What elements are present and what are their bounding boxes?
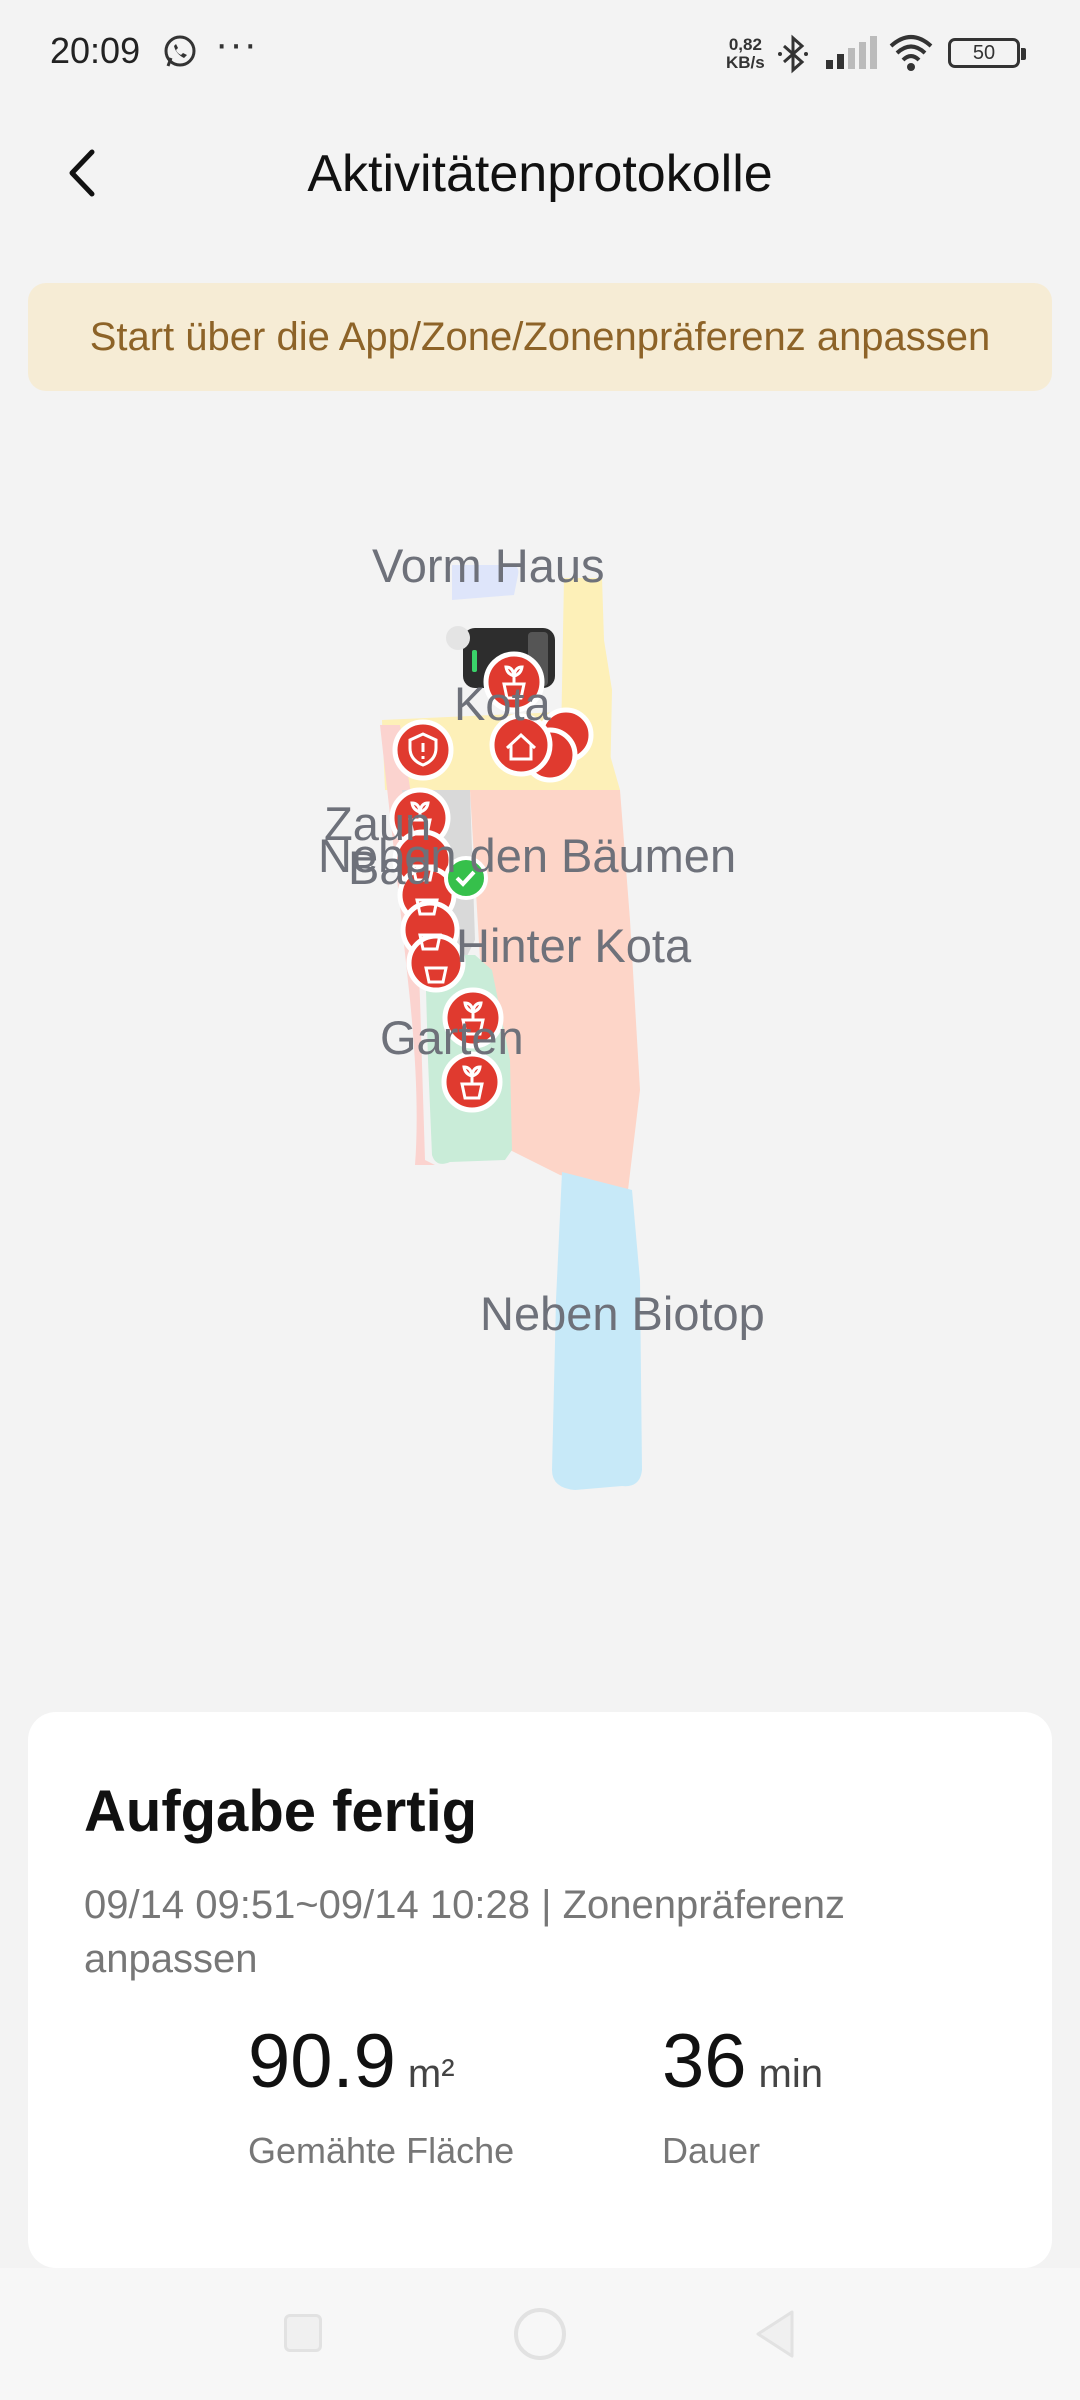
area-label: Gemähte Fläche xyxy=(248,2130,515,2171)
task-status: Aufgabe fertig xyxy=(84,1779,478,1844)
whatsapp-icon xyxy=(164,35,196,67)
bluetooth-icon xyxy=(778,34,808,74)
wifi-icon xyxy=(889,35,933,71)
duration-label: Dauer xyxy=(662,2130,761,2171)
zone-label-neben-biotop: Neben Biotop xyxy=(480,1287,765,1340)
battery-icon: 50 xyxy=(948,38,1026,68)
stat-duration: 36 min Dauer xyxy=(662,2018,823,2171)
duration-value: 36 xyxy=(662,2019,747,2104)
nav-back-button[interactable] xyxy=(752,2308,796,2360)
area-unit: m² xyxy=(407,2052,455,2096)
zone-label-garten: Garten xyxy=(380,1011,524,1064)
signal-icon xyxy=(826,36,877,69)
status-time: 20:09 xyxy=(50,30,141,71)
area-value: 90.9 xyxy=(248,2019,396,2104)
mode-banner: Start über die App/Zone/Zonenpräferenz a… xyxy=(28,283,1052,391)
home-button[interactable] xyxy=(514,2308,566,2360)
zone-label-kota: Kota xyxy=(454,677,551,730)
zone-label-vorm-haus: Vorm Haus xyxy=(372,539,605,592)
recents-button[interactable] xyxy=(284,2314,322,2352)
zone-label-hinter-kota: Hinter Kota xyxy=(456,919,692,972)
status-bar: 20:09 ··· 0,82 KB/s 50 xyxy=(0,0,1080,105)
duration-unit: min xyxy=(758,2052,823,2096)
zone-label-neben-den-baeumen: Neben den Bäumen xyxy=(318,829,737,882)
more-dots-icon: ··· xyxy=(215,22,258,66)
alert-pin-icon xyxy=(392,719,454,781)
system-nav-bar xyxy=(0,2268,1080,2400)
mow-map[interactable]: Vorm Haus Kota Zaun Bad Neben den Bäumen… xyxy=(0,420,1080,1720)
banner-text: Start über die App/Zone/Zonenpräferenz a… xyxy=(89,314,991,359)
stat-mowed-area: 90.9 m² Gemähte Fläche xyxy=(248,2018,514,2171)
map-canvas xyxy=(380,565,642,1490)
page-title: Aktivitätenprotokolle xyxy=(307,145,773,203)
network-speed: 0,82 KB/s xyxy=(726,35,765,72)
task-summary-card: Aufgabe fertig 09/14 09:51~09/14 10:28 |… xyxy=(28,1712,1052,2268)
task-meta: 09/14 09:51~09/14 10:28 | Zonenpräferenz… xyxy=(84,1883,845,1981)
